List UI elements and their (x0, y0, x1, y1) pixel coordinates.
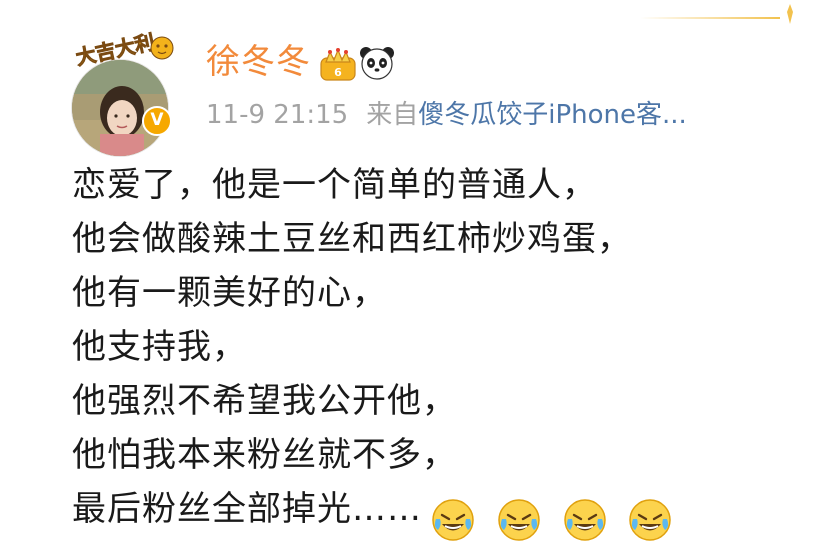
post-line: 他怕我本来粉丝就不多， (72, 435, 457, 475)
username[interactable]: 徐冬冬 (206, 42, 311, 82)
decorative-line (640, 17, 780, 19)
post-line: 他支持我， (72, 327, 247, 367)
laugh-cry-emoji-icon (629, 498, 672, 541)
post-line: 恋爱了，他是一个简单的普通人， (72, 165, 597, 205)
post-line: 最后粉丝全部掉光…… (72, 489, 422, 529)
post-timestamp: 11-9 21:15 (206, 100, 349, 130)
corner-deco-icon (787, 4, 793, 24)
post-line: 他有一颗美好的心， (72, 273, 387, 313)
source-link[interactable]: 傻冬瓜饺子iPhone客... (418, 100, 687, 130)
post-line: 他会做酸辣土豆丝和西红柿炒鸡蛋， (72, 219, 632, 259)
avatar-container[interactable]: 大吉大利 V (68, 30, 176, 156)
laugh-cry-emoji-icon (432, 498, 474, 541)
verified-badge-icon: V (142, 106, 172, 136)
source-prefix: 来自 (366, 100, 419, 130)
svg-text:6: 6 (334, 66, 342, 79)
post-last-line: 最后粉丝全部掉光…… (72, 482, 812, 545)
weibo-post: 大吉大利 V 徐冬冬 6 11-9 21:15 来自傻冬瓜饺子iPhone客... (0, 0, 837, 556)
vip-crown-icon[interactable]: 6 (318, 46, 358, 82)
emoji-group (430, 491, 681, 545)
avatar-frame-lettering: 大吉大利 (73, 30, 174, 70)
laugh-cry-emoji-icon (563, 498, 606, 541)
svg-text:大吉大利: 大吉大利 (74, 30, 157, 70)
post-meta: 11-9 21:15 来自傻冬瓜饺子iPhone客... (206, 98, 687, 132)
panda-icon[interactable] (358, 44, 396, 82)
post-content: 恋爱了，他是一个简单的普通人， 他会做酸辣土豆丝和西红柿炒鸡蛋， 他有一颗美好的… (72, 158, 812, 545)
laugh-cry-emoji-icon (498, 498, 540, 541)
post-line: 他强烈不希望我公开他， (72, 381, 457, 421)
